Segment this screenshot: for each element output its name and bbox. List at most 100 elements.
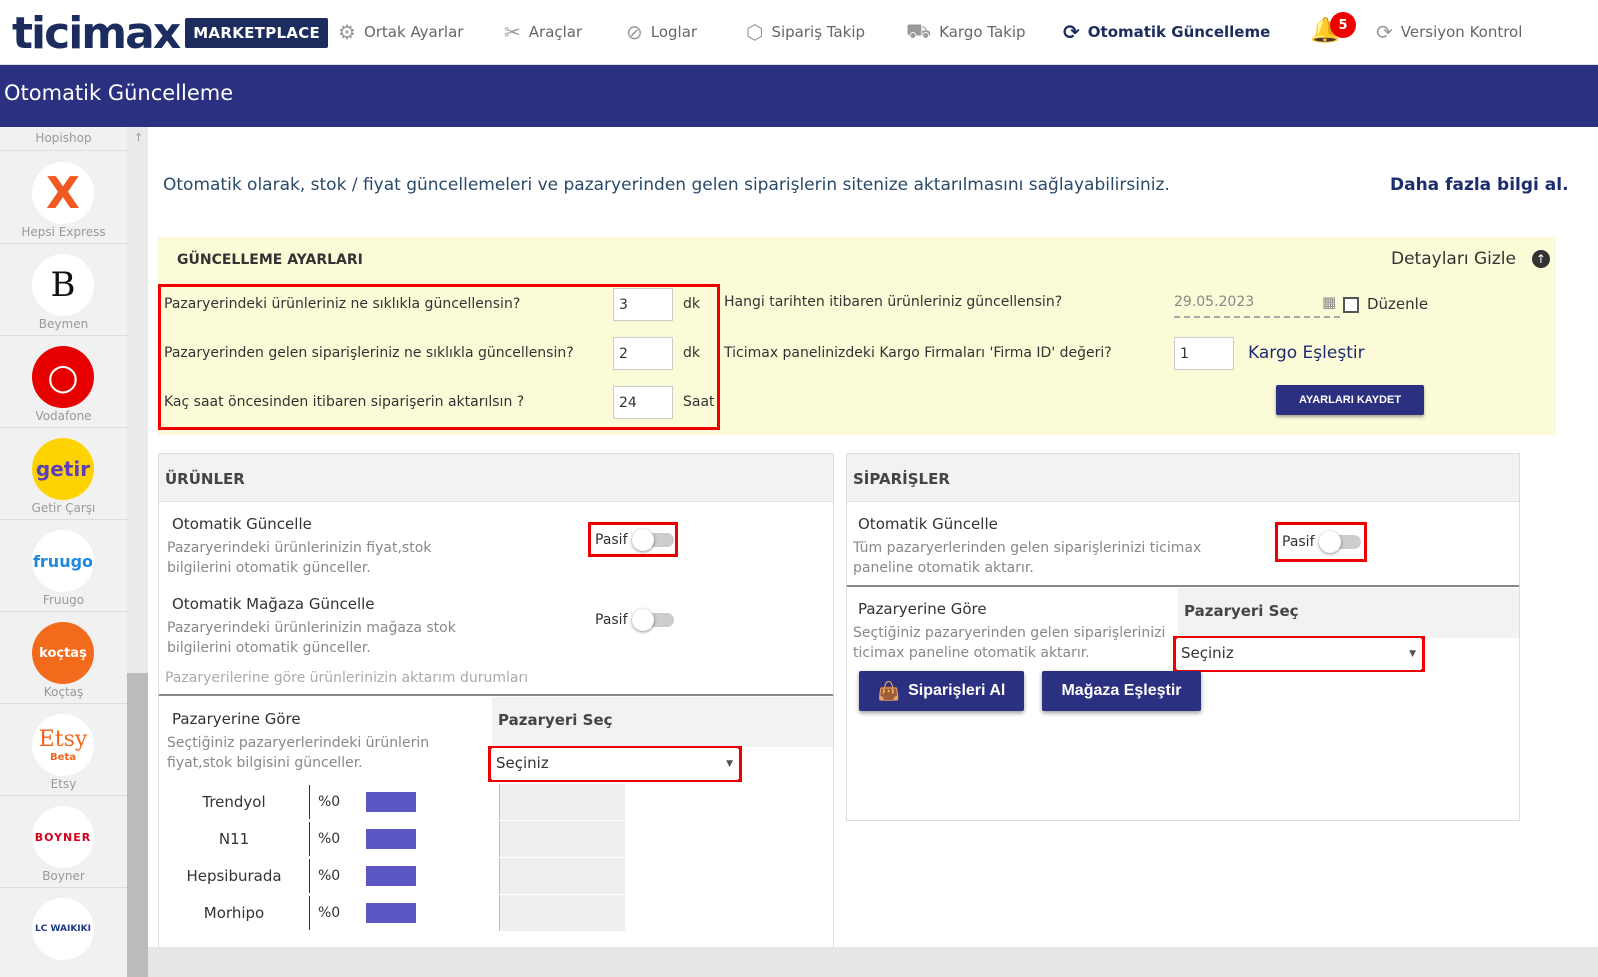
marketplace-percent: %0 — [318, 868, 341, 884]
etsy-logo: Etsy Beta — [32, 714, 94, 776]
nav-kargo-takip[interactable]: ⛟ Kargo Takip — [906, 18, 1026, 46]
page-title: Otomatik Güncelleme — [4, 81, 234, 105]
product-by-marketplace-title: Pazaryerine Göre — [172, 710, 301, 728]
match-store-button[interactable]: Mağaza Eşleştir — [1042, 671, 1201, 711]
order-hours-input[interactable] — [613, 386, 673, 419]
toggle-status-label: Pasif — [595, 612, 628, 628]
sidebar-item-label: Getir Çarşı — [31, 501, 96, 515]
hide-details-toggle[interactable]: Detayları Gizle ↑ — [1391, 249, 1550, 269]
sidebar-item-fruugo[interactable]: fruugo Fruugo — [0, 520, 127, 612]
nav-araclar[interactable]: ✂ Araçlar — [504, 18, 582, 46]
transfer-cell — [499, 858, 625, 894]
sidebar-item-beymen[interactable]: B Beymen — [0, 244, 127, 336]
hepsi-express-logo: X — [32, 162, 94, 224]
kargo-match-link[interactable]: Kargo Eşleştir — [1248, 343, 1365, 363]
edit-checkbox[interactable] — [1343, 297, 1359, 313]
toggle-status-label: Pasif — [1282, 534, 1315, 550]
logs-icon: ⊘ — [626, 20, 643, 44]
toggle-switch[interactable] — [631, 609, 674, 631]
koctas-logo: koçtaş — [32, 622, 94, 684]
sidebar-item-label: Beymen — [38, 317, 89, 331]
marketplace-row-morhipo: Morhipo %0 — [159, 895, 416, 931]
product-frequency-input[interactable] — [613, 288, 673, 321]
toggle-switch[interactable] — [1318, 531, 1361, 553]
notification-count-badge: 5 — [1330, 12, 1356, 38]
store-auto-update-toggle[interactable]: Pasif — [595, 609, 674, 631]
nav-otomatik-guncelleme[interactable]: ⟳ Otomatik Güncelleme — [1063, 18, 1270, 46]
sidebar-item-vodafone[interactable]: ○ Vodafone — [0, 336, 127, 428]
order-auto-update-desc: Tüm pazaryerlerinden gelen siparişlerini… — [853, 540, 1202, 576]
button-label: Mağaza Eşleştir — [1061, 682, 1182, 699]
progress-bar — [366, 829, 416, 849]
start-date-field[interactable]: 29.05.2023 — [1174, 294, 1340, 318]
lc-waikiki-logo: LC WAIKIKI — [32, 898, 94, 960]
tools-icon: ✂ — [504, 20, 521, 44]
order-marketplace-select[interactable]: Seçiniz ▼ — [1177, 638, 1421, 670]
save-settings-button[interactable]: AYARLARI KAYDET — [1276, 385, 1424, 415]
products-panel: ÜRÜNLER Otomatik Güncelle Pazaryerindeki… — [158, 453, 834, 947]
page-title-bar: Otomatik Güncelleme — [0, 65, 1598, 127]
sidebar-item-boyner[interactable]: BOYNER Boyner — [0, 796, 127, 888]
top-navigation: ticimax MARKETPLACE ⚙ Ortak Ayarlar ✂ Araç… — [0, 0, 1598, 65]
toggle-status-label: Pasif — [595, 532, 628, 548]
nav-label: Kargo Takip — [939, 23, 1026, 41]
order-auto-update-toggle[interactable]: Pasif — [1282, 531, 1361, 553]
nav-siparis-takip[interactable]: ⬡ Sipariş Takip — [746, 18, 865, 46]
sidebar-item-lc-waikiki[interactable]: LC WAIKIKI — [0, 888, 127, 977]
arrow-up-circle-icon: ↑ — [1531, 250, 1550, 268]
unit-label: dk — [683, 296, 700, 312]
order-frequency-input[interactable] — [613, 337, 673, 370]
logo-text: ticimax — [12, 7, 181, 59]
vodafone-logo: ○ — [32, 346, 94, 408]
order-hours-label: Kaç saat öncesinden itibaren siparişerin… — [164, 394, 525, 410]
sidebar-item-etsy[interactable]: Etsy Beta Etsy — [0, 704, 127, 796]
settings-title: GÜNCELLEME AYARLARI — [177, 252, 363, 268]
marketplace-name: N11 — [218, 830, 250, 848]
sidebar-item-getir-carsi[interactable]: getir Getir Çarşı — [0, 428, 127, 520]
start-date-label: Hangi tarihten itibaren ürünleriniz günc… — [724, 294, 1063, 310]
orders-panel: SİPARİŞLER Otomatik Güncelle Tüm pazarye… — [846, 453, 1520, 821]
scroll-up-icon[interactable]: ↑ — [134, 131, 143, 144]
order-marketplace-select-header: Pazaryeri Seç — [1178, 588, 1519, 638]
select-value: Seçiniz — [496, 754, 549, 772]
sidebar-item-label: Fruugo — [42, 593, 85, 607]
order-by-marketplace-desc: Seçtiğiniz pazaryerinden gelen siparişle… — [853, 625, 1166, 661]
progress-bar — [366, 903, 416, 923]
button-label: Siparişleri Al — [908, 682, 1006, 699]
nav-label: Sipariş Takip — [771, 23, 866, 41]
product-frequency-label: Pazaryerindeki ürünleriniz ne sıklıkla g… — [164, 296, 521, 312]
marketplace-name: Trendyol — [202, 793, 266, 811]
marketplace-percent: %0 — [318, 831, 341, 847]
toggle-switch[interactable] — [631, 529, 674, 551]
main-content: Otomatik olarak, stok / fiyat güncelleme… — [148, 127, 1598, 947]
gear-icon: ⚙ — [338, 20, 356, 44]
sidebar-item-hopishop[interactable]: Hopishop — [0, 127, 127, 151]
product-auto-update-toggle[interactable]: Pasif — [595, 529, 674, 551]
sidebar-scrollbar-thumb[interactable] — [127, 673, 148, 977]
unit-label: Saat — [683, 394, 715, 410]
nav-loglar[interactable]: ⊘ Loglar — [626, 18, 697, 46]
logo-badge: MARKETPLACE — [185, 18, 329, 48]
transfer-status-label: Pazaryerilerine göre ürünlerinizin aktar… — [165, 670, 529, 686]
marketplace-row-hepsiburada: Hepsiburada %0 — [159, 858, 416, 894]
nav-ortak-ayarlar[interactable]: ⚙ Ortak Ayarlar — [338, 18, 463, 46]
sidebar-item-koctas[interactable]: koçtaş Koçtaş — [0, 612, 127, 704]
product-marketplace-select-header: Pazaryeri Seç — [492, 697, 833, 747]
boyner-logo: BOYNER — [32, 806, 94, 868]
ticimax-logo[interactable]: ticimax MARKETPLACE — [12, 7, 329, 59]
order-frequency-label: Pazaryerinden gelen siparişleriniz ne sı… — [164, 345, 574, 361]
nav-label: Araçlar — [528, 23, 583, 41]
calendar-icon[interactable]: ▦ — [1322, 293, 1336, 311]
sync-icon: ⟳ — [1376, 20, 1393, 44]
more-info-link[interactable]: Daha fazla bilgi al. — [1390, 175, 1569, 195]
intro-text: Otomatik olarak, stok / fiyat güncelleme… — [163, 175, 1170, 195]
sidebar-item-hepsi-express[interactable]: X Hepsi Express — [0, 152, 127, 244]
nav-versiyon-kontrol[interactable]: ⟳ Versiyon Kontrol — [1376, 18, 1522, 46]
product-marketplace-select[interactable]: Seçiniz ▼ — [492, 748, 738, 780]
firm-id-input[interactable] — [1174, 337, 1234, 370]
select-value: Seçiniz — [1181, 644, 1234, 662]
box-icon: ⬡ — [746, 20, 764, 44]
get-orders-button[interactable]: 👜 Siparişleri Al — [859, 671, 1024, 711]
fruugo-logo: fruugo — [32, 530, 94, 592]
transfer-cell — [499, 821, 625, 857]
